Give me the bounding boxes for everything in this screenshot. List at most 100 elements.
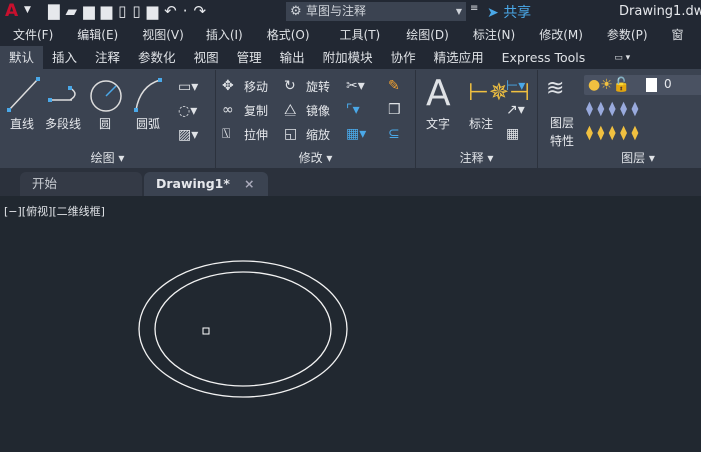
tab-drawing1[interactable]: Drawing1* × bbox=[144, 172, 268, 196]
layer-properties-tool-line2[interactable]: 特性 bbox=[550, 132, 574, 149]
annotation-panel-title[interactable]: 注释 ▾ bbox=[416, 149, 537, 166]
offset-icon[interactable]: ⊆ bbox=[388, 127, 400, 141]
stretch-tool[interactable]: 拉伸 bbox=[244, 126, 268, 143]
document-title: Drawing1.dwg bbox=[619, 4, 701, 19]
menu-modify[interactable]: 修改(M) bbox=[515, 24, 583, 46]
layers-panel-title[interactable]: 图层 ▾ bbox=[578, 149, 698, 166]
scale-icon: ◱ bbox=[284, 126, 298, 142]
line-tool[interactable]: 直线 bbox=[10, 115, 34, 132]
tab-featured-apps[interactable]: 精选应用 bbox=[425, 46, 493, 69]
chevron-down-icon: ▼ bbox=[455, 7, 462, 16]
draw-title: 绘图 bbox=[90, 151, 115, 165]
scale-tool[interactable]: 缩放 bbox=[306, 126, 330, 143]
mirror-icon: ⧋ bbox=[284, 102, 297, 118]
share-label: 共享 bbox=[503, 5, 532, 21]
copy-tool[interactable]: 复制 bbox=[244, 102, 268, 119]
stretch-icon: ⍂ bbox=[222, 126, 231, 142]
leader-icon[interactable]: ↗▾ bbox=[506, 103, 525, 117]
dimension-tool[interactable]: 标注 bbox=[469, 115, 493, 132]
title-bar: A ▼ ▇▰▆▆▯▯▆↶·↷ ⚙ 草图与注释 ▼ ≡ ➤ 共享 Drawing1… bbox=[0, 0, 701, 24]
tab-view[interactable]: 视图 bbox=[185, 46, 228, 69]
erase-icon[interactable]: ✎ bbox=[388, 79, 400, 93]
modify-panel-title[interactable]: 修改 ▾ bbox=[216, 149, 415, 166]
drawing-canvas[interactable] bbox=[0, 196, 701, 452]
send-icon: ➤ bbox=[487, 5, 499, 21]
workspace-dropdown[interactable]: ⚙ 草图与注释 ▼ bbox=[286, 2, 466, 21]
tab-start[interactable]: 开始 bbox=[20, 172, 142, 196]
tab-insert[interactable]: 插入 bbox=[43, 46, 86, 69]
polyline-tool[interactable]: 多段线 bbox=[45, 115, 81, 132]
tab-default[interactable]: 默认 bbox=[0, 46, 44, 69]
menu-view[interactable]: 视图(V) bbox=[118, 24, 184, 46]
layer-tools-row1-icons[interactable]: ⧫ ⧫ ⧫ ⧫ ⧫ bbox=[586, 102, 638, 116]
modify-title: 修改 bbox=[298, 151, 323, 165]
rotate-icon: ↻ bbox=[284, 78, 296, 94]
document-tabs: 开始 Drawing1* × bbox=[0, 168, 701, 196]
cursor-pickbox bbox=[202, 327, 210, 335]
current-layer-name: 0 bbox=[664, 77, 672, 91]
autocad-a-icon[interactable]: A bbox=[5, 1, 18, 21]
customize-qat-icon[interactable]: ≡ bbox=[470, 3, 478, 14]
annotation-panel: A ⊢✵⊣ 文字 标注 ⊢▾ ↗▾ ▦ 注释 ▾ bbox=[416, 70, 538, 168]
trim-icon[interactable]: ✂▾ bbox=[346, 79, 365, 93]
array-icon[interactable]: ▦▾ bbox=[346, 127, 366, 141]
move-icon: ✥ bbox=[222, 78, 234, 94]
layer-on-icon: ●☀🔓 bbox=[588, 77, 631, 93]
move-tool[interactable]: 移动 bbox=[244, 78, 268, 95]
quick-access-toolbar[interactable]: ▇▰▆▆▯▯▆↶·↷ bbox=[48, 2, 212, 20]
menu-bar: 文件(F) 编辑(E) 视图(V) 插入(I) 格式(O) 工具(T) 绘图(D… bbox=[0, 24, 701, 46]
menu-format[interactable]: 格式(O) bbox=[243, 24, 310, 46]
tab-start-label: 开始 bbox=[32, 176, 58, 191]
tab-manage[interactable]: 管理 bbox=[228, 46, 271, 69]
menu-draw[interactable]: 绘图(D) bbox=[380, 24, 449, 46]
layer-color-swatch bbox=[646, 78, 657, 92]
tab-annotate[interactable]: 注释 bbox=[86, 46, 129, 69]
mirror-tool[interactable]: 镜像 bbox=[306, 102, 330, 119]
text-icon: A bbox=[426, 73, 451, 114]
draw-panel-title[interactable]: 绘图 ▾ bbox=[0, 149, 215, 166]
annotation-title: 注释 bbox=[459, 151, 484, 165]
gear-icon: ⚙ bbox=[290, 4, 302, 19]
menu-edit[interactable]: 编辑(E) bbox=[53, 24, 118, 46]
fillet-icon[interactable]: ⌜▾ bbox=[346, 103, 360, 117]
tab-parametric[interactable]: 参数化 bbox=[129, 46, 185, 69]
layer-properties-tool[interactable]: 图层 bbox=[550, 114, 574, 131]
linear-dimension-icon[interactable]: ⊢▾ bbox=[506, 79, 525, 93]
explode-icon[interactable]: ❒ bbox=[388, 103, 401, 117]
menu-file[interactable]: 文件(F) bbox=[0, 24, 53, 46]
layer-properties-icon: ≋ bbox=[546, 76, 565, 101]
menu-insert[interactable]: 插入(I) bbox=[184, 24, 243, 46]
tab-collaborate[interactable]: 协作 bbox=[382, 46, 425, 69]
outer-ellipse[interactable] bbox=[138, 260, 348, 398]
layer-dropdown[interactable]: ●☀🔓 0 bbox=[584, 75, 701, 95]
layers-title: 图层 bbox=[621, 151, 646, 165]
arc-tool[interactable]: 圆弧 bbox=[136, 115, 160, 132]
copy-icon: ∞ bbox=[222, 102, 234, 118]
rotate-tool[interactable]: 旋转 bbox=[306, 78, 330, 95]
ribbon-tabs: 默认 插入 注释 参数化 视图 管理 输出 附加模块 协作 精选应用 Expre… bbox=[0, 46, 701, 70]
hatch-icon[interactable]: ▨▾ bbox=[178, 128, 198, 142]
inner-ellipse[interactable] bbox=[154, 271, 332, 387]
tab-output[interactable]: 输出 bbox=[271, 46, 314, 69]
table-icon[interactable]: ▦ bbox=[506, 127, 519, 141]
draw-panel: 直线 多段线 圆 圆弧 ▭▾ ◌▾ ▨▾ 绘图 ▾ bbox=[0, 70, 216, 168]
ellipse-icon[interactable]: ◌▾ bbox=[178, 104, 197, 118]
share-button[interactable]: ➤ 共享 bbox=[487, 2, 531, 22]
ribbon-minimize-button[interactable]: ▭ ▾ bbox=[594, 46, 639, 69]
modify-panel: ✥ 移动 ↻ 旋转 ∞ 复制 ⧋ 镜像 ⍂ 拉伸 ◱ 缩放 ✂▾ ⌜▾ ▦▾ ✎ ❒ ⊆ 修… bbox=[216, 70, 416, 168]
menu-tools[interactable]: 工具(T) bbox=[310, 24, 381, 46]
menu-window[interactable]: 窗 bbox=[648, 24, 684, 46]
close-icon[interactable]: × bbox=[244, 172, 254, 196]
rectangle-icon[interactable]: ▭▾ bbox=[178, 80, 198, 94]
menu-parametric[interactable]: 参数(P) bbox=[583, 24, 648, 46]
text-tool[interactable]: 文字 bbox=[426, 115, 450, 132]
ribbon: 直线 多段线 圆 圆弧 ▭▾ ◌▾ ▨▾ 绘图 ▾ ✥ 移动 ↻ 旋转 ∞ 复制 ⧋ 镜… bbox=[0, 70, 701, 168]
tab-addins[interactable]: 附加模块 bbox=[314, 46, 382, 69]
tab-express-tools[interactable]: Express Tools bbox=[493, 46, 595, 69]
app-menu-chevron-icon[interactable]: ▼ bbox=[24, 5, 31, 15]
layers-panel: ≋ 图层 特性 ●☀🔓 0 ⧫ ⧫ ⧫ ⧫ ⧫ ⧫ ⧫ ⧫ ⧫ ⧫ 图层 ▾ bbox=[538, 70, 701, 168]
layer-tools-row2-icons[interactable]: ⧫ ⧫ ⧫ ⧫ ⧫ bbox=[586, 126, 638, 140]
menu-dimension[interactable]: 标注(N) bbox=[449, 24, 515, 46]
tab-drawing1-label: Drawing1* bbox=[156, 176, 230, 191]
circle-tool[interactable]: 圆 bbox=[99, 115, 111, 132]
